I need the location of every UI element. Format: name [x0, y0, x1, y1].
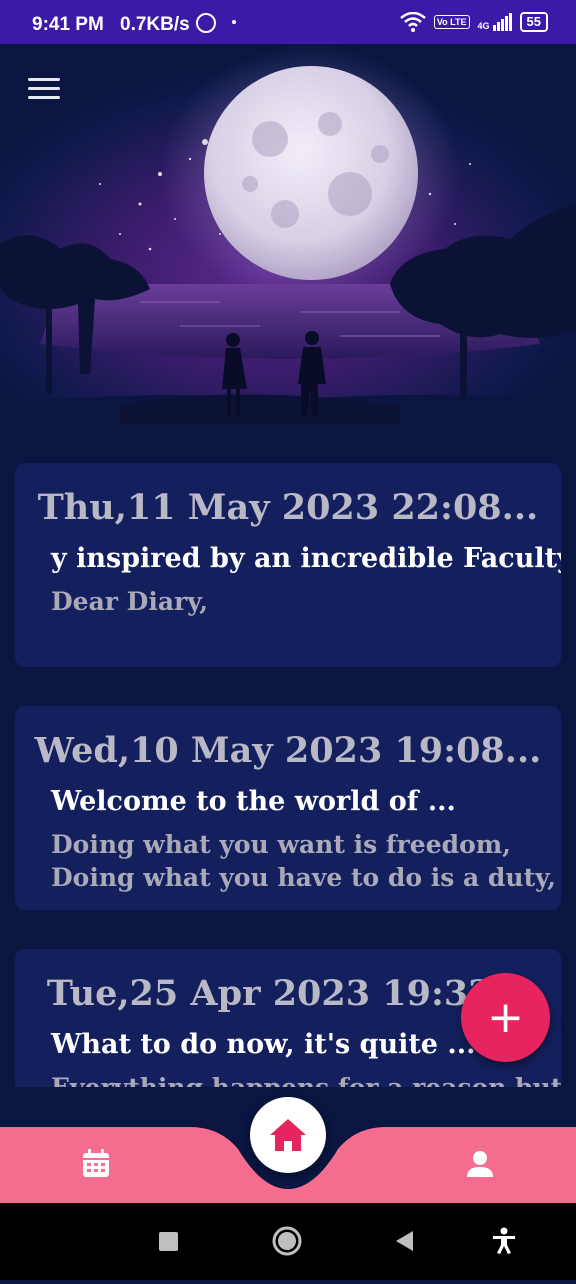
- signal-icon: 4G: [478, 13, 512, 31]
- entry-preview: Everything happens for a reason but: [51, 1071, 561, 1087]
- profile-nav-button[interactable]: [464, 1148, 496, 1180]
- status-time: 9:41 PM: [32, 14, 104, 35]
- status-network-speed: 0.7KB/s: [120, 14, 190, 35]
- entry-title: What to do now, it's quite ...: [51, 1029, 476, 1060]
- hamburger-menu-icon: [28, 78, 60, 81]
- entry-date: Wed,10 May 2023 19:08...: [34, 730, 542, 771]
- home-icon: [270, 1119, 306, 1151]
- back-triangle-icon: [396, 1231, 413, 1251]
- entry-title: Welcome to the world of ...: [51, 786, 456, 817]
- diary-entry-card[interactable]: Thu,11 May 2023 22:08... y inspired by a…: [15, 463, 561, 667]
- notification-dot-icon: [232, 20, 236, 24]
- volte-badge: Vo LTE: [433, 15, 470, 29]
- menu-button[interactable]: [28, 78, 62, 104]
- battery-indicator: 55: [519, 12, 548, 32]
- accessibility-icon: [493, 1227, 515, 1254]
- home-system-button[interactable]: [257, 1203, 317, 1280]
- alarm-icon: [196, 13, 216, 33]
- recents-square-icon: [159, 1232, 178, 1251]
- status-icons: Vo LTE 4G 55: [400, 12, 548, 32]
- home-nav-button[interactable]: [250, 1097, 326, 1173]
- diary-entry-card[interactable]: Wed,10 May 2023 19:08... Welcome to the …: [15, 706, 561, 910]
- system-navigation-bar: [0, 1203, 576, 1280]
- plus-icon: +: [487, 992, 524, 1043]
- home-circle-icon: [272, 1226, 302, 1256]
- status-bar: 9:41 PM 0.7KB/s Vo LTE 4G 55: [0, 0, 576, 44]
- calendar-icon: [83, 1149, 109, 1177]
- entry-title: y inspired by an incredible Faculty: [51, 543, 561, 574]
- accessibility-button[interactable]: [474, 1203, 534, 1280]
- add-entry-button[interactable]: +: [461, 973, 550, 1062]
- back-button[interactable]: [374, 1203, 434, 1280]
- calendar-nav-button[interactable]: [80, 1148, 112, 1180]
- wifi-icon: [400, 12, 426, 32]
- person-icon: [467, 1151, 493, 1177]
- hero-illustration: [0, 44, 576, 464]
- network-type: 4G: [477, 21, 490, 31]
- entry-preview: Doing what you want is freedom, Doing wh…: [51, 830, 556, 892]
- entry-preview: Dear Diary,: [51, 587, 209, 616]
- entry-date: Thu,11 May 2023 22:08...: [37, 487, 539, 528]
- moonlit-lake-illustration: [0, 44, 576, 464]
- recents-button[interactable]: [138, 1203, 198, 1280]
